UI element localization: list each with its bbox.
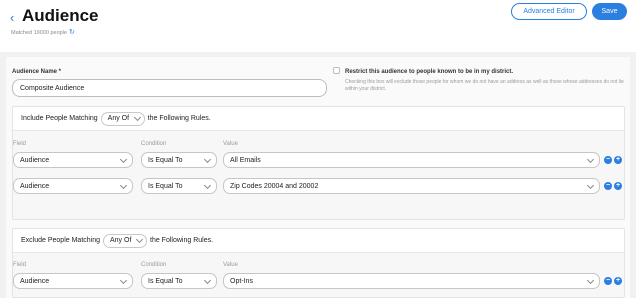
include-value-column-label: Value: [223, 141, 238, 147]
include-match-value: Any Of: [107, 115, 130, 122]
exclude-match-value: Any Of: [110, 237, 132, 244]
include-rule-2-value-text: Zip Codes 20004 and 20002: [230, 182, 319, 190]
exclude-suffix-text: the Following Rules.: [150, 237, 214, 244]
matched-count: Matched 19000 people ↻: [11, 29, 75, 36]
audience-name-input[interactable]: Composite Audience: [12, 79, 327, 97]
include-rule-2-condition-select[interactable]: Is Equal To: [141, 178, 217, 194]
exclude-value-column-label: Value: [223, 262, 238, 268]
exclude-rules-header: Exclude People Matching Any Of the Follo…: [13, 229, 624, 253]
exclude-rules-section: Exclude People Matching Any Of the Follo…: [12, 228, 625, 298]
exclude-prefix-text: Exclude People Matching: [21, 237, 100, 244]
chevron-down-icon: [119, 181, 128, 189]
chevron-down-icon: [203, 155, 212, 163]
include-rule-2-field-select[interactable]: Audience: [13, 178, 133, 194]
page-title: Audience: [22, 6, 99, 25]
include-field-column-label: Field: [13, 141, 27, 147]
audience-form-card: Audience Name * Composite Audience Restr…: [6, 57, 630, 298]
matched-count-text: Matched 19000 people: [11, 29, 67, 36]
remove-rule-icon[interactable]: −: [604, 277, 612, 285]
chevron-down-icon: [119, 155, 128, 163]
exclude-rule-1-field-select[interactable]: Audience: [13, 273, 133, 289]
add-rule-icon[interactable]: +: [614, 277, 622, 285]
exclude-field-column-label: Field: [13, 262, 27, 268]
restrict-district-description: Checking this box will exclude those peo…: [345, 79, 624, 92]
add-rule-icon[interactable]: +: [614, 182, 622, 190]
include-rule-1-field-value: Audience: [20, 156, 50, 164]
chevron-down-icon: [586, 155, 595, 163]
chevron-down-icon: [119, 276, 128, 284]
include-rules-section: Include People Matching Any Of the Follo…: [12, 106, 625, 220]
chevron-down-icon: [586, 181, 595, 189]
include-rule-1-condition-select[interactable]: Is Equal To: [141, 152, 217, 168]
include-rule-2-value-select[interactable]: Zip Codes 20004 and 20002: [223, 178, 600, 194]
include-rules-header: Include People Matching Any Of the Follo…: [13, 107, 624, 131]
refresh-icon[interactable]: ↻: [69, 29, 75, 36]
include-rule-2-field-value: Audience: [20, 182, 50, 190]
exclude-rule-1-value-select[interactable]: Opt-Ins: [223, 273, 600, 289]
include-rule-1-value-select[interactable]: All Emails: [223, 152, 600, 168]
include-match-select[interactable]: Any Of: [100, 111, 145, 126]
include-rule-1-condition-value: Is Equal To: [148, 156, 183, 164]
restrict-district-label: Restrict this audience to people known t…: [345, 69, 514, 75]
restrict-district-checkbox[interactable]: [333, 67, 340, 74]
exclude-rule-1-condition-select[interactable]: Is Equal To: [141, 273, 217, 289]
chevron-down-icon: [203, 181, 212, 189]
include-suffix-text: the Following Rules.: [147, 115, 211, 122]
chevron-down-icon: [203, 276, 212, 284]
advanced-editor-button[interactable]: Advanced Editor: [511, 3, 587, 20]
chevron-down-icon: [586, 276, 595, 284]
include-rule-2-condition-value: Is Equal To: [148, 182, 183, 190]
add-rule-icon[interactable]: +: [614, 156, 622, 164]
exclude-match-select[interactable]: Any Of: [103, 233, 147, 248]
remove-rule-icon[interactable]: −: [604, 182, 612, 190]
chevron-down-icon: [135, 235, 144, 244]
exclude-condition-column-label: Condition: [141, 262, 167, 268]
remove-rule-icon[interactable]: −: [604, 156, 612, 164]
back-chevron-icon[interactable]: ‹: [10, 11, 14, 25]
exclude-rule-1-field-value: Audience: [20, 277, 50, 285]
exclude-rule-1-value-text: Opt-Ins: [230, 277, 253, 285]
include-condition-column-label: Condition: [141, 141, 167, 147]
include-rule-1-field-select[interactable]: Audience: [13, 152, 133, 168]
exclude-rule-1-condition-value: Is Equal To: [148, 277, 183, 285]
audience-name-label: Audience Name *: [12, 69, 62, 75]
save-button[interactable]: Save: [592, 3, 627, 20]
main-content: Audience Name * Composite Audience Restr…: [0, 52, 636, 298]
include-prefix-text: Include People Matching: [21, 115, 98, 122]
include-rule-1-value-text: All Emails: [230, 156, 261, 164]
page-header: ‹ Audience Matched 19000 people ↻ Advanc…: [0, 0, 636, 52]
chevron-down-icon: [133, 113, 141, 122]
